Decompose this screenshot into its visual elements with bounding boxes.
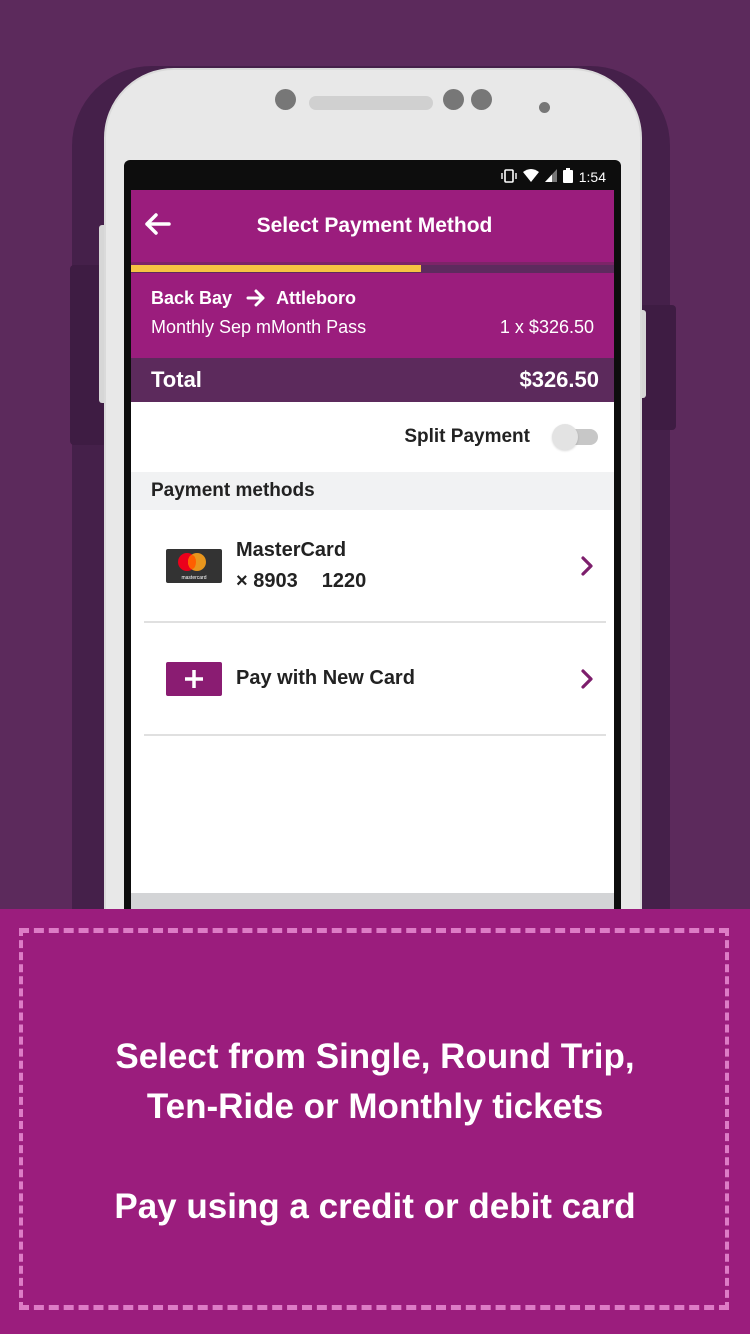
navigation-bar [131,893,614,910]
signal-icon [544,169,557,185]
pay-with-new-card[interactable]: Pay with New Card [144,623,606,736]
phone-camera [471,89,492,110]
card-last4: × 8903 [236,569,298,592]
total-label: Total [151,367,202,392]
chevron-right-icon [580,668,594,690]
payment-methods-header: Payment methods [131,472,614,510]
ticket-type: Monthly Sep mMonth Pass [151,317,367,337]
progress-fill [131,265,421,272]
method-text: Pay with New Card [236,667,415,690]
wifi-icon [522,169,539,185]
arrow-left-icon [143,212,171,241]
split-payment-toggle[interactable] [552,424,598,450]
mastercard-icon: mastercard [166,548,222,583]
battery-icon [562,168,573,186]
phone-sensor [539,102,550,113]
phone-sensor [275,89,296,110]
total-amount: $326.50 [519,367,599,392]
split-payment-row: Split Payment [131,402,614,472]
payment-method-mastercard[interactable]: mastercard MasterCard × 8903 1220 [144,510,606,623]
phone-speaker [309,96,433,110]
chevron-right-icon [580,555,594,577]
phone-camera [443,89,464,110]
split-payment-label: Split Payment [404,426,530,447]
back-button[interactable] [139,208,175,244]
fare-row: Monthly Sep mMonth Pass 1 x $326.50 [151,317,594,338]
plus-icon [166,661,222,696]
status-bar: 1:54 [131,163,614,191]
progress-bar [131,262,614,273]
app-bar: Select Payment Method [131,190,614,262]
trip-summary: Back Bay Attleboro Monthly Sep mMonth Pa… [131,273,614,358]
quantity-price: 1 x $326.50 [499,317,594,337]
promo-panel: Select from Single, Round Trip, Ten-Ride… [0,909,750,1334]
status-time: 1:54 [578,169,606,185]
promo-subline: Pay using a credit or debit card [114,1187,636,1226]
total-row: Total $326.50 [131,358,614,402]
new-card-label: Pay with New Card [236,667,415,689]
origin-station: Back Bay [151,287,233,308]
card-expiry: 1220 [321,569,367,592]
toggle-thumb [552,424,578,450]
destination-station: Attleboro [276,287,357,308]
promo-headline: Select from Single, Round Trip, Ten-Ride… [115,1037,635,1126]
card-name: MasterCard [236,538,347,561]
vibrate-icon [501,168,517,186]
page-title: Select Payment Method [256,214,493,237]
route: Back Bay Attleboro [151,285,594,311]
app-screen: Select Payment Method Back Bay Attleboro… [131,190,614,910]
card-details: × 8903 1220 [236,570,366,593]
arrow-right-icon [246,289,266,307]
method-text: MasterCard × 8903 1220 [236,539,366,593]
